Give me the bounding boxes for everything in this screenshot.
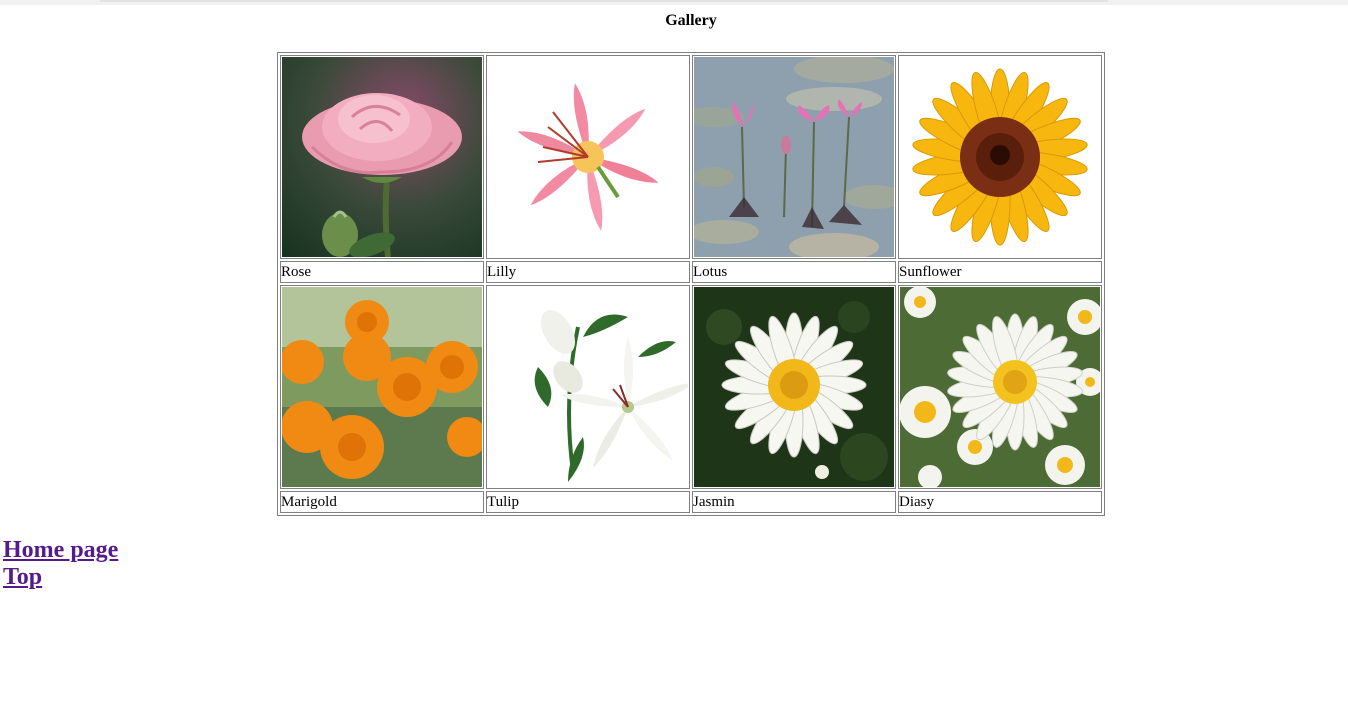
lilly-image — [488, 57, 688, 257]
gallery-cell-sunflower — [898, 55, 1102, 259]
gallery-table: Rose Lilly Lotus Sunflower Marigold Tuli… — [277, 52, 1105, 516]
gallery-image-row — [280, 285, 1102, 489]
footer-links: Home page Top — [3, 537, 118, 591]
gallery-caption-row: Rose Lilly Lotus Sunflower — [280, 261, 1102, 283]
gallery-cell-marigold — [280, 285, 484, 489]
rose-image — [282, 57, 482, 257]
gallery-cell-lotus — [692, 55, 896, 259]
home-page-link[interactable]: Home page — [3, 537, 118, 564]
gallery-caption-row: Marigold Tulip Jasmin Diasy — [280, 491, 1102, 513]
caption-rose: Rose — [280, 261, 484, 283]
gallery-image-row — [280, 55, 1102, 259]
tulip-image — [488, 287, 688, 487]
top-link[interactable]: Top — [3, 564, 118, 591]
gallery-cell-jasmin — [692, 285, 896, 489]
gallery-cell-diasy — [898, 285, 1102, 489]
sunflower-image — [900, 57, 1100, 257]
caption-diasy: Diasy — [898, 491, 1102, 513]
caption-sunflower: Sunflower — [898, 261, 1102, 283]
lotus-image — [694, 57, 894, 257]
gallery-cell-lilly — [486, 55, 690, 259]
diasy-image — [900, 287, 1100, 487]
marigold-image — [282, 287, 482, 487]
browser-top-strip — [0, 0, 1348, 5]
caption-lotus: Lotus — [692, 261, 896, 283]
caption-marigold: Marigold — [280, 491, 484, 513]
caption-lilly: Lilly — [486, 261, 690, 283]
caption-jasmin: Jasmin — [692, 491, 896, 513]
gallery-cell-tulip — [486, 285, 690, 489]
jasmin-image — [694, 287, 894, 487]
caption-tulip: Tulip — [486, 491, 690, 513]
page-title: Gallery — [665, 12, 717, 29]
gallery-cell-rose — [280, 55, 484, 259]
